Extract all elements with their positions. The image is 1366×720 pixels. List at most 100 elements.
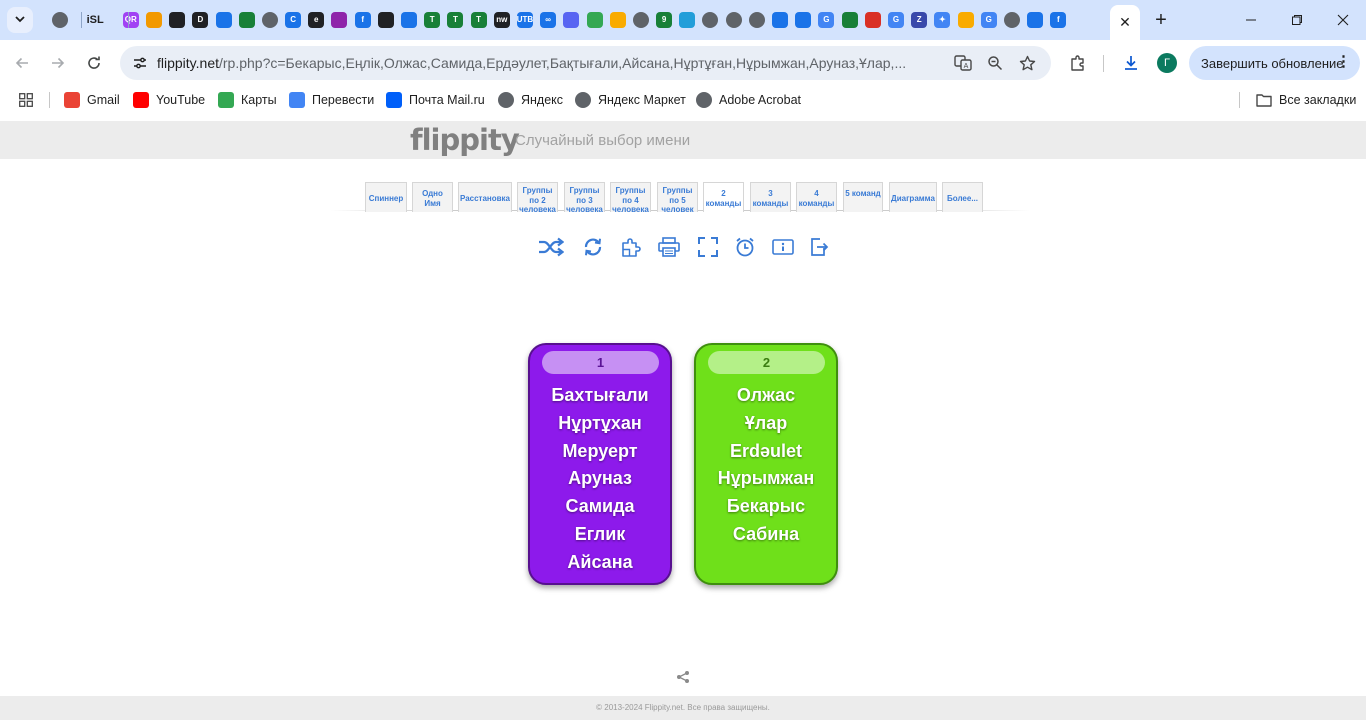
downloads-icon[interactable]	[1119, 51, 1143, 75]
pinned-tab[interactable]	[838, 9, 861, 31]
pinned-tab[interactable]: T	[467, 9, 490, 31]
translate-icon[interactable]: A	[951, 51, 975, 75]
mode-tab[interactable]: Группы по 3 человека	[564, 182, 605, 212]
pinned-tab[interactable]	[212, 9, 235, 31]
export-icon[interactable]	[805, 235, 833, 259]
pinned-tab[interactable]: Z	[908, 9, 931, 31]
pinned-tab[interactable]: G	[884, 9, 907, 31]
pinned-tab[interactable]	[768, 9, 791, 31]
mode-tab[interactable]: Одно Имя	[412, 182, 453, 212]
pinned-tab[interactable]	[676, 9, 699, 31]
pinned-tab[interactable]: G	[977, 9, 1000, 31]
pinned-tab[interactable]	[48, 9, 71, 31]
bookmark-item[interactable]: Яндекс	[498, 90, 563, 110]
pinned-tab[interactable]: iSL	[81, 9, 109, 31]
info-icon[interactable]	[769, 235, 797, 259]
group-member-name[interactable]: Бахтығали	[530, 382, 670, 410]
group-member-name[interactable]: Меруерт	[530, 438, 670, 466]
mode-tab[interactable]: Группы по 5 человек	[657, 182, 698, 212]
pinned-tab[interactable]: UTB	[513, 9, 536, 31]
pinned-tab[interactable]	[583, 9, 606, 31]
group-member-name[interactable]: Айсана	[530, 549, 670, 577]
bookmark-item[interactable]: Перевести	[289, 90, 374, 110]
pinned-tab[interactable]: ✦	[931, 9, 954, 31]
zoom-icon[interactable]	[983, 51, 1007, 75]
menu-dots-icon[interactable]: ⋮	[1336, 54, 1351, 70]
pinned-tab[interactable]: f	[1047, 9, 1070, 31]
share-icon[interactable]	[676, 670, 690, 684]
pinned-tab[interactable]	[374, 9, 397, 31]
group-member-name[interactable]: Бекарыс	[696, 493, 836, 521]
pinned-tab[interactable]: T	[444, 9, 467, 31]
refresh-icon[interactable]	[579, 235, 607, 259]
close-tab-icon[interactable]: ✕	[1119, 14, 1131, 31]
bookmark-item[interactable]: YouTube	[133, 90, 205, 110]
restore-button[interactable]	[1285, 8, 1309, 32]
bookmark-item[interactable]: Яндекс Маркет	[575, 90, 686, 110]
group-card[interactable]: 2 Олжас Ұлар Erdəulet Нұрымжан Бекарыс Сабина	[694, 343, 838, 585]
mode-tab[interactable]: Более...	[942, 182, 983, 212]
pinned-tab[interactable]: ∞	[537, 9, 560, 31]
mode-tab[interactable]: 4 команды	[796, 182, 837, 212]
pinned-tab[interactable]	[1024, 9, 1047, 31]
pinned-tab[interactable]	[861, 9, 884, 31]
pinned-tab[interactable]	[745, 9, 768, 31]
pinned-tab[interactable]	[397, 9, 420, 31]
apps-grid-icon[interactable]	[19, 90, 33, 110]
bookmark-item[interactable]: Gmail	[64, 90, 120, 110]
pinned-tab[interactable]	[699, 9, 722, 31]
pinned-tab[interactable]: e	[305, 9, 328, 31]
pinned-tab[interactable]	[166, 9, 189, 31]
mode-tab[interactable]: Спиннер	[365, 182, 407, 212]
forward-button[interactable]	[46, 51, 70, 75]
group-member-name[interactable]: Олжас	[696, 382, 836, 410]
group-member-name[interactable]: Erdəulet	[696, 438, 836, 466]
update-button[interactable]: Завершить обновление ⋮	[1189, 46, 1360, 80]
pinned-tab[interactable]: QR	[119, 9, 142, 31]
close-window-button[interactable]	[1331, 8, 1355, 32]
timer-icon[interactable]	[731, 235, 759, 259]
bookmark-star-icon[interactable]	[1015, 51, 1039, 75]
bookmark-item[interactable]: Почта Mail.ru	[386, 90, 485, 110]
pinned-tab[interactable]	[606, 9, 629, 31]
bookmark-item[interactable]: Adobe Acrobat	[696, 90, 801, 110]
group-member-name[interactable]: Ұлар	[696, 410, 836, 438]
minimize-button[interactable]	[1239, 8, 1263, 32]
fullscreen-icon[interactable]	[694, 235, 722, 259]
pinned-tab[interactable]: f	[351, 9, 374, 31]
pinned-tab[interactable]	[258, 9, 281, 31]
tab-search-button[interactable]	[7, 7, 33, 33]
new-tab-button[interactable]: +	[1150, 9, 1172, 31]
pinned-tab[interactable]: D	[189, 9, 212, 31]
site-info-icon[interactable]	[128, 51, 152, 75]
group-member-name[interactable]: Аруназ	[530, 465, 670, 493]
pinned-tab[interactable]	[792, 9, 815, 31]
pinned-tab[interactable]: C	[282, 9, 305, 31]
mode-tab[interactable]: Расстановка	[458, 182, 512, 212]
address-bar[interactable]: flippity.net/rp.php?c=Бекарыс,Еңлік,Олжа…	[120, 46, 1051, 80]
pinned-tab[interactable]	[328, 9, 351, 31]
pinned-tab[interactable]	[142, 9, 165, 31]
pinned-tab[interactable]	[954, 9, 977, 31]
bookmark-item[interactable]: Карты	[218, 90, 277, 110]
mode-tab[interactable]: Группы по 4 человека	[610, 182, 651, 212]
group-member-name[interactable]: Нұрымжан	[696, 465, 836, 493]
group-member-name[interactable]: Сабина	[696, 521, 836, 549]
group-member-name[interactable]: Нұртұхан	[530, 410, 670, 438]
mode-tab[interactable]: Группы по 2 человека	[517, 182, 558, 212]
pinned-tab[interactable]: T	[421, 9, 444, 31]
pinned-tab[interactable]	[1000, 9, 1023, 31]
puzzle-icon[interactable]	[617, 235, 645, 259]
pinned-tab[interactable]	[629, 9, 652, 31]
pinned-tab[interactable]: nw	[490, 9, 513, 31]
group-member-name[interactable]: Еглик	[530, 521, 670, 549]
group-card[interactable]: 1 Бахтығали Нұртұхан Меруерт Аруназ Самида Егл…	[528, 343, 672, 585]
pinned-tab[interactable]	[722, 9, 745, 31]
url-text[interactable]: flippity.net/rp.php?c=Бекарыс,Еңлік,Олжа…	[157, 55, 941, 71]
back-button[interactable]	[10, 51, 34, 75]
extensions-icon[interactable]	[1066, 51, 1090, 75]
mode-tab[interactable]: 3 команды	[750, 182, 791, 212]
pinned-tab[interactable]	[235, 9, 258, 31]
flippity-logo[interactable]: flippity	[410, 123, 520, 157]
pinned-tab[interactable]	[560, 9, 583, 31]
